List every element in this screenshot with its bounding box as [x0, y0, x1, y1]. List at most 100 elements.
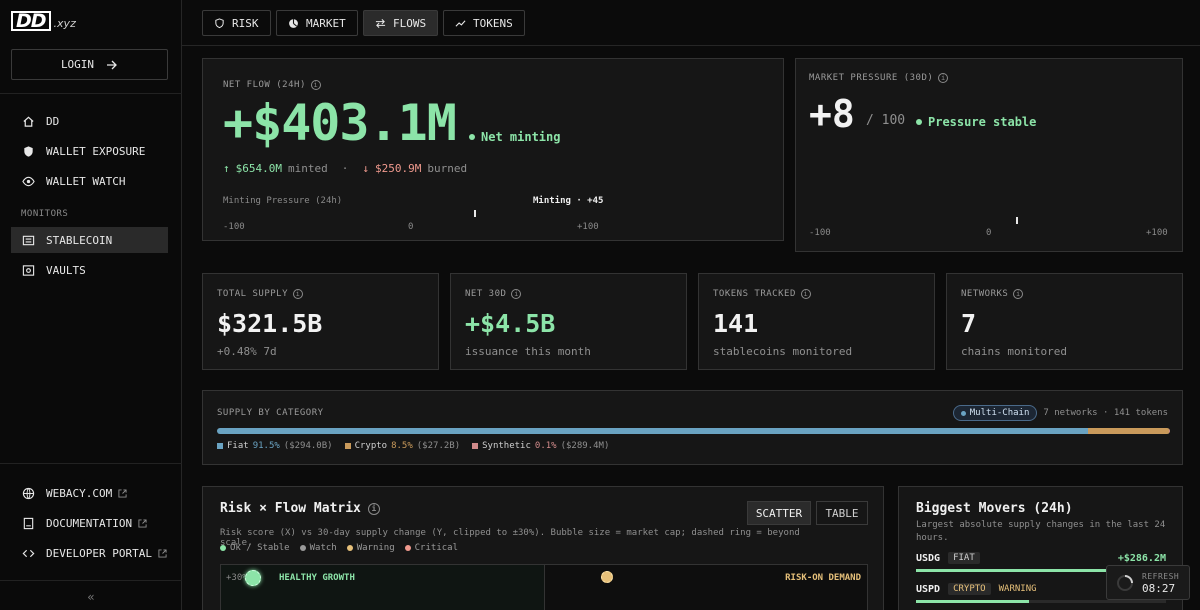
- stat-sub: +0.48% 7d: [217, 345, 277, 358]
- sidebar-divider: [0, 580, 182, 581]
- collapse-sidebar-button[interactable]: «: [0, 590, 182, 604]
- pressure-marker-tick: [473, 210, 476, 217]
- badge-dot: [960, 410, 966, 416]
- legend-dot: [299, 545, 306, 551]
- scale-mid: 0: [986, 228, 992, 238]
- info-icon[interactable]: i: [511, 289, 522, 299]
- supply-segment-crypto: [1088, 428, 1170, 434]
- risk-flow-matrix-card: Risk × Flow Matrix i SCATTER TABLE Risk …: [202, 486, 884, 610]
- stat-label-text: TOTAL SUPPLY: [217, 289, 289, 299]
- market-pressure-denominator: / 100: [866, 113, 906, 128]
- sidebar: DD .xyz LOGIN DD WALLET EXPOSURE WALLET …: [0, 0, 182, 610]
- stat-card-net-30d: NET 30D i +$4.5B issuance this month: [450, 273, 687, 370]
- login-label: LOGIN: [60, 58, 95, 71]
- stat-value: 7: [961, 309, 977, 338]
- multi-chain-badge[interactable]: Multi-Chain: [952, 405, 1038, 421]
- sidebar-link-documentation[interactable]: DOCUMENTATION: [11, 510, 168, 536]
- top-tabs-bar: RISK MARKET FLOWS TOKENS: [182, 0, 1200, 46]
- mover-row[interactable]: USDG FIAT +$286.2M: [916, 552, 1166, 564]
- status-dot: [469, 134, 475, 140]
- scale-min: -100: [809, 228, 831, 238]
- quadrant-divider: [544, 565, 545, 610]
- supply-label: SUPPLY BY CATEGORY: [217, 408, 324, 418]
- legend-swatch: [472, 443, 479, 449]
- logo-suffix: .xyz: [53, 17, 76, 30]
- login-button[interactable]: LOGIN: [11, 49, 168, 80]
- app-root: DD .xyz LOGIN DD WALLET EXPOSURE WALLET …: [0, 0, 1200, 610]
- market-pressure-status: Pressure stable: [916, 115, 1036, 129]
- sidebar-item-label: DOCUMENTATION: [46, 516, 133, 530]
- refresh-time: 08:27: [1142, 581, 1176, 595]
- pressure-marker-label: Minting · +45: [533, 196, 604, 206]
- stat-label: TOKENS TRACKED i: [713, 289, 811, 299]
- legend-dot: [346, 545, 353, 551]
- market-pressure-card: MARKET PRESSURE (30D) i +8 / 100 Pressur…: [795, 58, 1183, 252]
- tab-label: FLOWS: [393, 16, 427, 30]
- info-icon[interactable]: i: [938, 73, 949, 83]
- supply-by-category-card: SUPPLY BY CATEGORY Multi-Chain 7 network…: [202, 390, 1183, 465]
- supply-legend: Fiat 91.5% ($294.0B) Crypto 8.5% ($27.2B…: [217, 441, 609, 451]
- sidebar-link-developer-portal[interactable]: DEVELOPER PORTAL: [11, 540, 168, 566]
- sidebar-item-wallet-watch[interactable]: WALLET WATCH: [11, 168, 168, 194]
- sidebar-item-wallet-exposure[interactable]: WALLET EXPOSURE: [11, 138, 168, 164]
- scatter-plot[interactable]: +30% HEALTHY GROWTH RISK-ON DEMAND: [220, 564, 868, 610]
- market-pressure-label-text: MARKET PRESSURE (30D): [809, 73, 934, 83]
- net-flow-status: Net minting: [469, 130, 560, 144]
- sidebar-divider: [0, 463, 182, 464]
- bubble-warning[interactable]: [601, 571, 613, 583]
- refresh-widget[interactable]: REFRESH 08:27: [1106, 565, 1190, 600]
- legend-dot: [220, 545, 226, 551]
- market-pressure-value: +8: [809, 92, 855, 136]
- refresh-text: REFRESH 08:27: [1142, 571, 1179, 595]
- movers-subtitle: Largest absolute supply changes in the l…: [916, 520, 1166, 543]
- info-icon[interactable]: i: [310, 80, 321, 90]
- net-flow-card: NET FLOW (24H) i +$403.1M Net minting ↑ …: [202, 58, 784, 241]
- burned-label: burned: [427, 162, 468, 175]
- table-toggle-button[interactable]: TABLE: [816, 501, 868, 525]
- burned-value: $250.9M: [374, 162, 422, 175]
- info-icon[interactable]: i: [293, 289, 304, 299]
- pie-icon: [289, 18, 298, 28]
- sidebar-item-dd[interactable]: DD: [11, 108, 168, 134]
- supply-summary: 7 networks · 141 tokens: [1043, 408, 1168, 418]
- legend-name: Crypto: [354, 441, 388, 451]
- info-icon[interactable]: i: [800, 289, 811, 299]
- sidebar-item-label: WALLET EXPOSURE: [46, 144, 146, 158]
- status-dot: [916, 119, 922, 125]
- mover-change: +$286.2M: [1117, 552, 1166, 564]
- stat-label-text: NETWORKS: [961, 289, 1009, 299]
- quadrant-label-risk-on: RISK-ON DEMAND: [785, 573, 861, 583]
- matrix-title-text: Risk × Flow Matrix: [220, 501, 361, 516]
- logo-mark: DD: [11, 11, 51, 31]
- mover-status: WARNING: [998, 584, 1037, 594]
- logo[interactable]: DD .xyz: [11, 11, 76, 31]
- tab-flows[interactable]: FLOWS: [363, 10, 439, 36]
- mover-symbol: USDG: [916, 552, 941, 564]
- sidebar-item-stablecoin[interactable]: STABLECOIN: [11, 227, 168, 253]
- legend-swatch: [217, 443, 223, 449]
- trend-icon: [455, 19, 466, 27]
- tab-label: RISK: [232, 16, 259, 30]
- tab-market[interactable]: MARKET: [276, 10, 358, 36]
- tab-tokens[interactable]: TOKENS: [443, 10, 525, 36]
- sidebar-link-webacy[interactable]: WEBACY.COM: [11, 480, 168, 506]
- tab-label: TOKENS: [473, 16, 513, 30]
- separator: ·: [341, 162, 349, 175]
- stat-value: +$4.5B: [465, 309, 556, 338]
- legend-ok: Ok / Stable: [220, 543, 290, 553]
- globe-icon: [22, 487, 35, 499]
- sidebar-item-label: DD: [46, 114, 60, 128]
- sidebar-item-vaults[interactable]: VAULTS: [11, 257, 168, 283]
- arrows-icon: [375, 18, 386, 28]
- legend-pct: 0.1%: [534, 441, 557, 451]
- stat-card-total-supply: TOTAL SUPPLY i $321.5B +0.48% 7d: [202, 273, 439, 370]
- minted-label: minted: [287, 162, 328, 175]
- tab-risk[interactable]: RISK: [202, 10, 271, 36]
- stat-sub: issuance this month: [465, 345, 591, 358]
- info-icon[interactable]: i: [367, 502, 380, 515]
- legend-name: Ok / Stable: [230, 543, 290, 553]
- legend-name: Warning: [356, 543, 395, 553]
- scatter-toggle-button[interactable]: SCATTER: [747, 501, 811, 525]
- bubble-ok[interactable]: [245, 570, 261, 586]
- info-icon[interactable]: i: [1013, 289, 1024, 299]
